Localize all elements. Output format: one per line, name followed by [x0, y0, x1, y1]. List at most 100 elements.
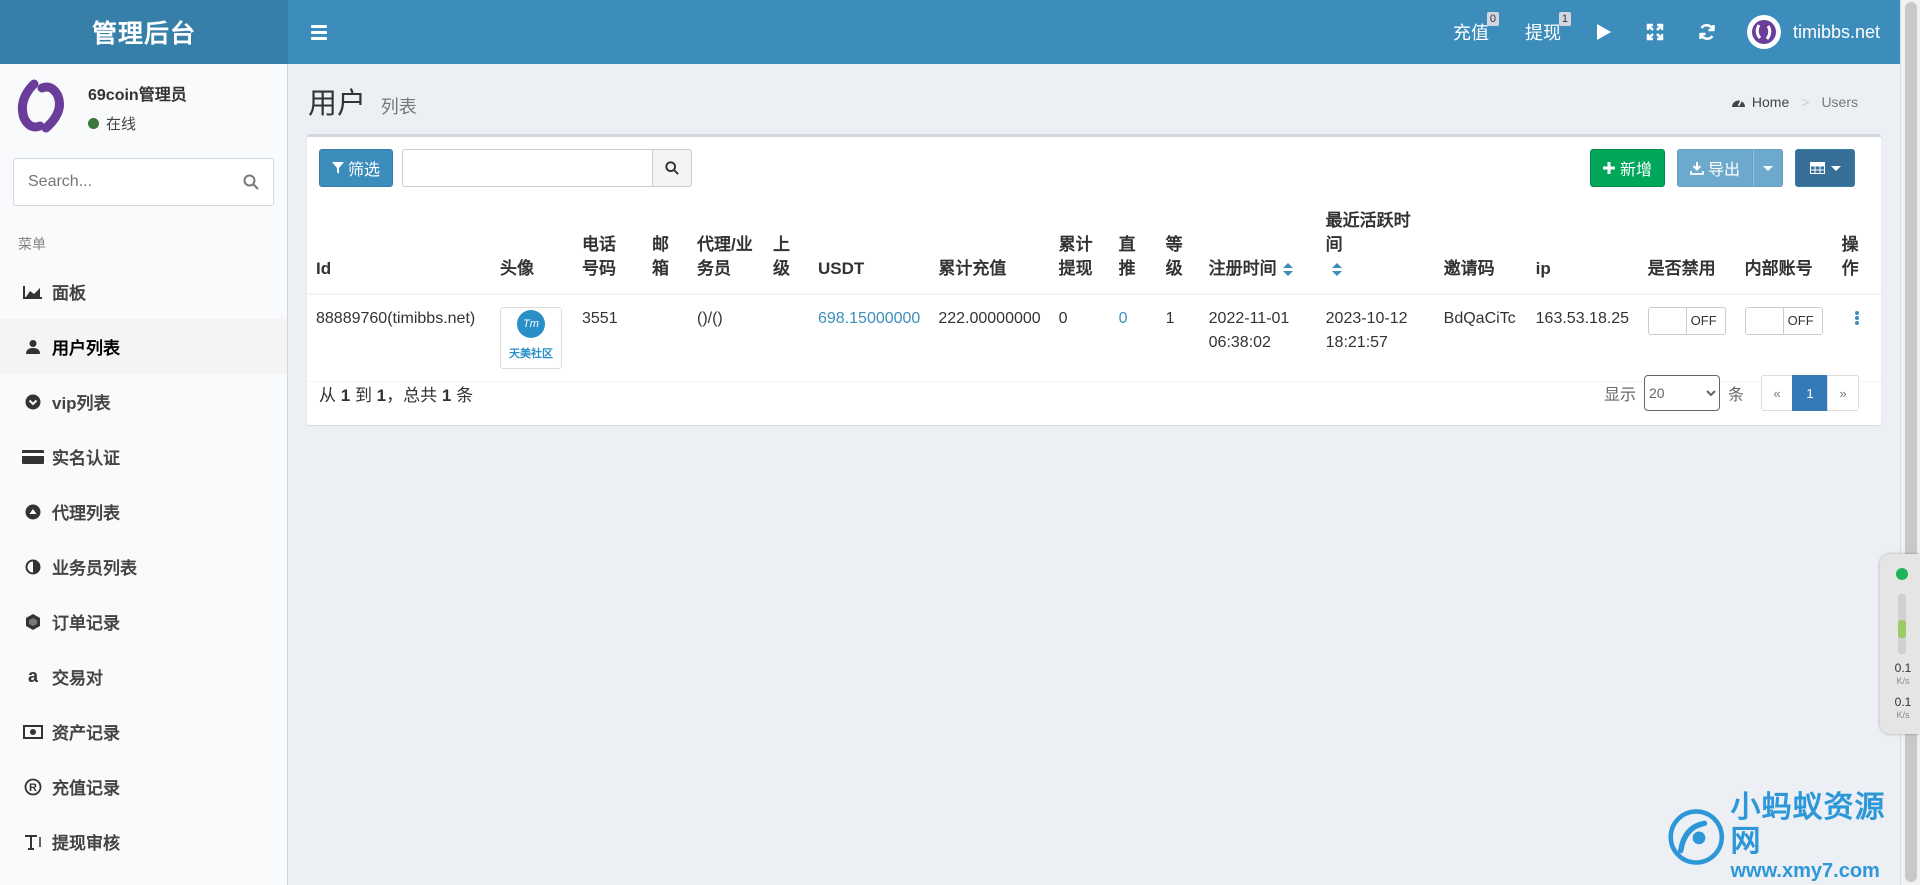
breadcrumb-separator: >: [1801, 94, 1810, 110]
column-header-actions-text: 操作: [1841, 235, 1859, 278]
page-scrollbar[interactable]: [1900, 0, 1920, 885]
column-header-total-withdraw: 累计提现: [1049, 199, 1110, 295]
summary-prefix: 从: [319, 385, 336, 405]
row-actions-button[interactable]: [1842, 307, 1872, 331]
network-speed-widget[interactable]: 0.1 K/s 0.1 K/s: [1880, 554, 1920, 734]
upload-speed-unit: K/s: [1896, 676, 1910, 686]
table-icon: [1809, 162, 1825, 174]
user-menu[interactable]: timibbs.net: [1733, 0, 1880, 64]
pagination: « 1 »: [1761, 375, 1859, 411]
filter-button-label: 筛选: [348, 162, 381, 179]
column-header-id[interactable]: Id: [307, 199, 491, 295]
sidebar-item-assets[interactable]: 资产记录: [0, 704, 287, 759]
sidebar-item-dashboard[interactable]: 面板: [0, 264, 287, 319]
refresh-button[interactable]: [1681, 0, 1733, 64]
area-chart-icon: [22, 285, 44, 299]
users-table-box: 筛选 新增 导出 Id 头像 电话号码 邮箱 代理/业务员 上级 USDT 累计…: [307, 134, 1881, 425]
sidebar-item-users[interactable]: 用户列表: [0, 319, 287, 374]
sidebar-item-label: 业务员列表: [52, 559, 137, 578]
registered-icon: R: [22, 778, 44, 796]
column-header-level: 等级: [1156, 199, 1200, 295]
amazon-icon: a: [27, 666, 38, 686]
export-button[interactable]: 导出: [1676, 149, 1753, 187]
page-title: 用户: [308, 88, 367, 120]
page-size-select[interactable]: 20: [1643, 375, 1720, 411]
columns-toggle-button[interactable]: [1795, 149, 1855, 187]
caret-down-icon: [1830, 165, 1841, 171]
sidebar-search-input[interactable]: [28, 173, 243, 191]
pagination-summary: 从 1 到 1，总共 1 条: [319, 381, 473, 406]
sidebar-item-label: 实名认证: [52, 449, 120, 468]
column-header-avatar: 头像: [491, 199, 573, 295]
add-button-label: 新增: [1619, 162, 1652, 179]
play-button[interactable]: [1579, 0, 1629, 64]
add-button[interactable]: 新增: [1589, 149, 1665, 187]
search-icon[interactable]: [243, 174, 259, 190]
usdt-link[interactable]: 698.15000000: [818, 310, 920, 327]
page-number-button[interactable]: 1: [1792, 375, 1828, 411]
filter-button[interactable]: 筛选: [319, 149, 394, 187]
sidebar-item-verification[interactable]: 实名认证: [0, 429, 287, 484]
withdraw-notification[interactable]: 提现 1: [1507, 0, 1579, 64]
withdraw-count-badge: 1: [1558, 12, 1571, 26]
withdraw-label: 提现: [1524, 23, 1561, 43]
sidebar-item-vip[interactable]: vip列表: [0, 374, 287, 429]
download-icon: [1690, 161, 1704, 175]
user-icon: [22, 339, 44, 355]
sidebar-item-label: 订单记录: [52, 614, 120, 633]
next-page-button[interactable]: »: [1827, 375, 1859, 411]
credit-card-icon: [22, 449, 44, 464]
sidebar-item-recharges[interactable]: R 充值记录: [0, 759, 287, 814]
sidebar-item-orders[interactable]: 订单记录: [0, 594, 287, 649]
sidebar-item-label: 提现审核: [52, 834, 120, 853]
table-search-input[interactable]: [402, 149, 653, 187]
table-footer: 从 1 到 1，总共 1 条 显示 20 条 « 1 »: [307, 367, 1881, 419]
header-actions: 充值 0 提现 1 timibbs.net: [1435, 0, 1900, 64]
sidebar-item-trading-pairs[interactable]: a 交易对: [0, 649, 287, 704]
online-status: 在线: [88, 113, 187, 134]
search-icon: [665, 161, 679, 175]
table-search: [402, 149, 693, 187]
sidebar-item-withdraw-review[interactable]: 提现审核: [0, 814, 287, 869]
summary-to: 1: [376, 385, 387, 405]
fullscreen-button[interactable]: [1629, 0, 1681, 64]
sidebar-avatar: [12, 78, 70, 136]
recharge-notification[interactable]: 充值 0: [1435, 0, 1507, 64]
dashboard-icon: [1731, 100, 1745, 107]
watermark: 小蚂蚁资源网 www.xmy7.com: [1668, 791, 1900, 882]
breadcrumb-home[interactable]: Home: [1752, 94, 1789, 110]
column-header-last-active[interactable]: 最近活跃时间: [1316, 199, 1435, 295]
summary-total: 1: [441, 385, 452, 405]
sidebar-toggle-button[interactable]: [294, 0, 344, 64]
watermark-title: 小蚂蚁资源网: [1730, 791, 1886, 858]
column-header-agent: 代理/业务员: [688, 199, 764, 295]
toolbar-right: 新增 导出: [1589, 149, 1855, 187]
summary-to-word: 到: [354, 385, 372, 405]
export-dropdown-button[interactable]: [1753, 149, 1783, 187]
column-header-usdt: USDT: [809, 199, 930, 295]
brand-logo-icon: [1751, 20, 1776, 44]
table-search-button[interactable]: [652, 149, 693, 187]
column-header-phone: 电话号码: [573, 199, 643, 295]
toggle-knob: [1649, 308, 1687, 334]
ellipsis-vertical-icon: [1854, 311, 1859, 325]
internal-toggle[interactable]: OFF: [1744, 307, 1823, 335]
user-avatar-image[interactable]: Tm 天美社区: [500, 307, 562, 369]
banned-toggle[interactable]: OFF: [1647, 307, 1726, 335]
export-button-label: 导出: [1707, 162, 1740, 179]
column-header-reg-time[interactable]: 注册时间: [1199, 199, 1317, 295]
scrollbar-thumb[interactable]: [1905, 2, 1917, 882]
prev-page-button[interactable]: «: [1761, 375, 1793, 411]
column-header-reg-time-text: 注册时间: [1208, 259, 1277, 278]
avatar-caption: 天美社区: [509, 348, 553, 360]
summary-from: 1: [340, 385, 351, 405]
sidebar-item-salespersons[interactable]: 业务员列表: [0, 539, 287, 594]
reg-time: 06:38:02: [1208, 334, 1271, 351]
column-header-last-active-text: 最近活跃时间: [1325, 211, 1411, 254]
sidebar-item-agents[interactable]: 代理列表: [0, 484, 287, 539]
table-header-row: Id 头像 电话号码 邮箱 代理/业务员 上级 USDT 累计充值 累计提现 直…: [307, 199, 1881, 295]
plus-icon: [1602, 162, 1615, 174]
direct-link[interactable]: 0: [1119, 310, 1128, 327]
app-logo[interactable]: 管理后台: [0, 0, 288, 64]
column-header-ip: ip: [1526, 199, 1639, 295]
